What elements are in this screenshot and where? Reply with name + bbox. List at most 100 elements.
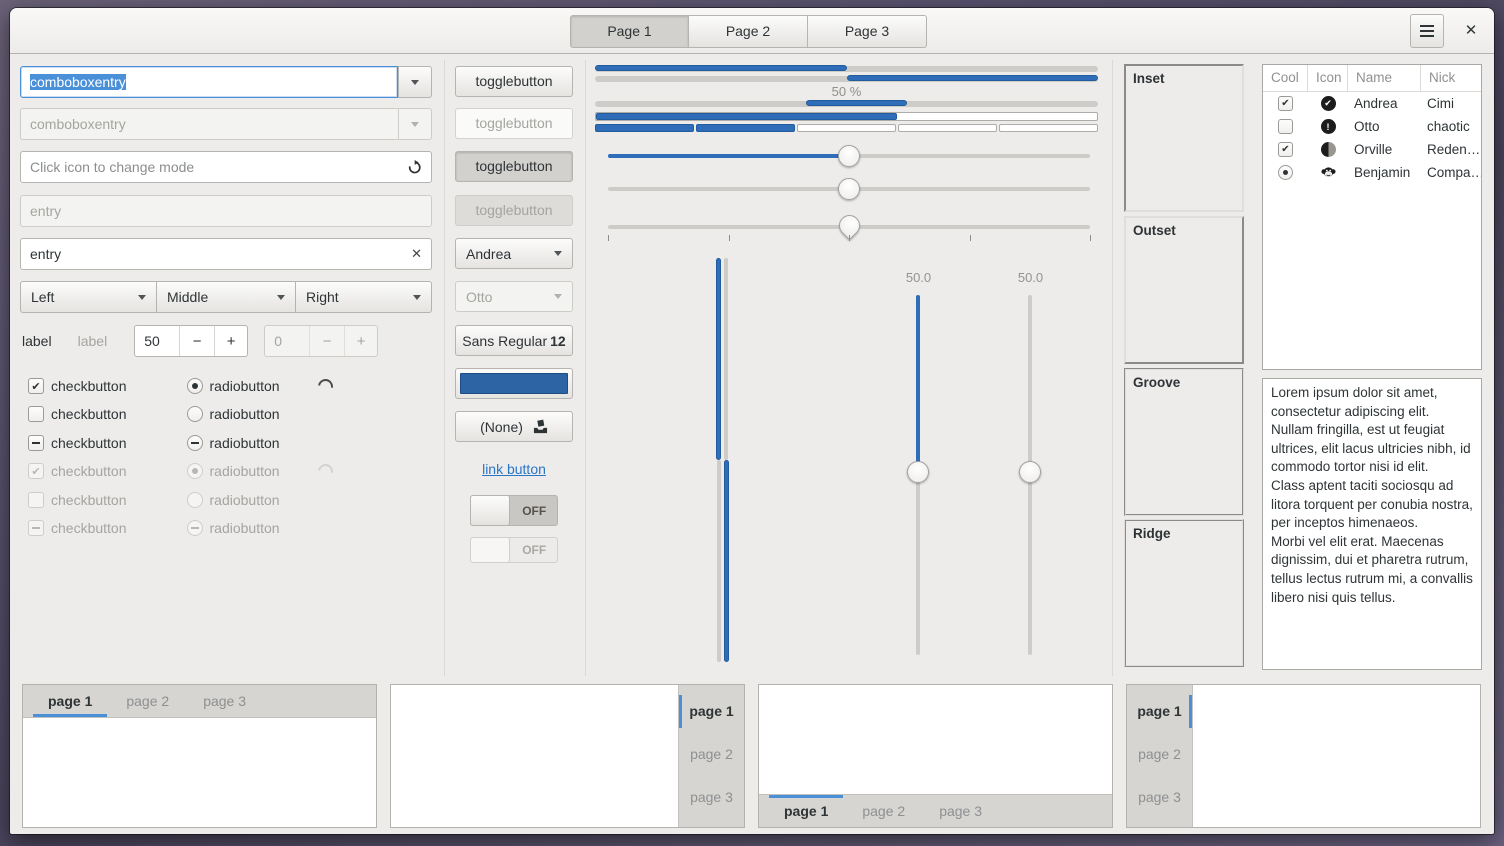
- row-checkbox-checked[interactable]: ✔: [1278, 96, 1293, 111]
- comboboxentry[interactable]: comboboxentry: [20, 66, 432, 98]
- column-bars-scales: 50 %: [595, 64, 1100, 676]
- radiobutton-selected[interactable]: [187, 378, 203, 394]
- togglebutton-active[interactable]: togglebutton: [455, 151, 573, 182]
- app-chooser-button[interactable]: (None): [455, 411, 573, 442]
- close-button[interactable]: ✕: [1458, 18, 1484, 44]
- togglebutton-normal[interactable]: togglebutton: [455, 66, 573, 97]
- row-checkbox-unchecked[interactable]: [1278, 119, 1293, 134]
- checkbutton-indeterminate-disabled: [28, 520, 44, 536]
- tab-page2[interactable]: page 2: [109, 685, 186, 717]
- spin-plus-button[interactable]: +: [214, 326, 247, 356]
- row-radio-selected[interactable]: [1278, 165, 1293, 180]
- separator-3: [1112, 60, 1113, 676]
- levelbar-block-filled: [696, 124, 795, 132]
- comboboxentry-input[interactable]: comboboxentry: [20, 66, 398, 98]
- tab-page1[interactable]: page 1: [1127, 690, 1192, 733]
- icon-entry[interactable]: Click icon to change mode: [20, 151, 432, 183]
- page-switcher: Page 1 Page 2 Page 3: [570, 15, 927, 48]
- column-header-icon[interactable]: Icon: [1308, 65, 1348, 91]
- progressbar-pulse: [595, 101, 1098, 107]
- link-button-label[interactable]: link button: [482, 461, 546, 477]
- comboboxentry-dropdown-button[interactable]: [398, 66, 432, 98]
- vscale-plain[interactable]: [1019, 295, 1042, 655]
- table-row[interactable]: ! Otto chaotic: [1263, 115, 1481, 138]
- vscale-plain-handle[interactable]: [1019, 461, 1041, 483]
- headerbar-actions: ✕: [1410, 14, 1484, 48]
- checkbutton-label: checkbutton: [51, 406, 127, 422]
- column-header-cool[interactable]: Cool: [1263, 65, 1308, 91]
- header-tab-page2[interactable]: Page 2: [689, 15, 808, 48]
- tab-page1[interactable]: page 1: [679, 690, 744, 733]
- header-tab-page3[interactable]: Page 3: [808, 15, 927, 48]
- clear-icon[interactable]: ✕: [411, 246, 422, 262]
- hscale-plain[interactable]: [608, 177, 1090, 201]
- combobox-right[interactable]: Right: [296, 281, 432, 313]
- color-button[interactable]: [455, 368, 573, 399]
- header-tab-page1[interactable]: Page 1: [570, 15, 689, 48]
- column-header-nick[interactable]: Nick: [1421, 65, 1481, 91]
- comboboxentry-disabled: comboboxentry: [20, 108, 432, 140]
- combobox-middle-value: Middle: [167, 289, 208, 305]
- tab-page3[interactable]: page 3: [186, 685, 263, 717]
- checkbutton-unchecked-disabled: [28, 492, 44, 508]
- font-button[interactable]: Sans Regular 12: [455, 325, 573, 356]
- tab-page3[interactable]: page 3: [1127, 776, 1192, 819]
- vscale-filled[interactable]: [907, 295, 930, 655]
- font-button-size: 12: [550, 333, 566, 349]
- menu-button[interactable]: [1410, 14, 1444, 48]
- vscale-filled-highlight: [916, 295, 920, 472]
- monkey-face-icon: [1321, 165, 1336, 180]
- hscale-filled-handle[interactable]: [838, 145, 860, 167]
- checkbutton-checked[interactable]: ✔: [28, 378, 44, 394]
- tab-page3[interactable]: page 3: [922, 795, 999, 827]
- spinbutton-value[interactable]: 50: [135, 326, 179, 356]
- checkbutton-unchecked[interactable]: [28, 406, 44, 422]
- table-row[interactable]: Benjamin Compa…: [1263, 161, 1481, 184]
- tab-page1[interactable]: page 1: [31, 685, 109, 717]
- cell-name: Benjamin: [1348, 165, 1421, 180]
- vscale-filled-handle[interactable]: [907, 461, 929, 483]
- hscale-plain-handle[interactable]: [838, 178, 860, 200]
- switch-slider[interactable]: [470, 495, 510, 526]
- scale-mark: [970, 235, 971, 241]
- tab-page2[interactable]: page 2: [1127, 733, 1192, 776]
- app-chooser-value: (None): [480, 419, 523, 435]
- combobox-left[interactable]: Left: [20, 281, 157, 313]
- radiobutton-indeterminate[interactable]: [187, 435, 203, 451]
- hscale-marks[interactable]: [608, 215, 1090, 249]
- frame-ridge: Ridge: [1124, 519, 1244, 667]
- switch-off[interactable]: OFF: [470, 495, 558, 526]
- notebook-tabs-right: page 1 page 2 page 3: [390, 684, 745, 828]
- tab-page2[interactable]: page 2: [679, 733, 744, 776]
- combobox-middle[interactable]: Middle: [157, 281, 296, 313]
- spinbutton[interactable]: 50 − +: [134, 325, 248, 357]
- chevron-down-icon: [411, 122, 419, 127]
- separator-1: [444, 60, 445, 676]
- combobox-right-value: Right: [306, 289, 339, 305]
- row-checkbox-checked[interactable]: ✔: [1278, 142, 1293, 157]
- column-header-name[interactable]: Name: [1348, 65, 1421, 91]
- cell-name: Andrea: [1348, 96, 1421, 111]
- combobox-andrea[interactable]: Andrea: [455, 238, 573, 269]
- progressbar-pulse-segment: [806, 100, 907, 106]
- checkbutton-label: checkbutton: [51, 520, 127, 536]
- radiobutton-unselected[interactable]: [187, 406, 203, 422]
- spin-minus-button[interactable]: −: [179, 326, 214, 356]
- table-row[interactable]: ✔ ✔ Andrea Cimi: [1263, 92, 1481, 115]
- clear-entry[interactable]: entry ✕: [20, 238, 432, 270]
- refresh-icon[interactable]: [407, 160, 422, 175]
- lorem-textview[interactable]: Lorem ipsum dolor sit amet, consectetur …: [1262, 378, 1482, 670]
- checkbutton-indeterminate[interactable]: [28, 435, 44, 451]
- progressbar-text: 50 %: [595, 84, 1098, 99]
- table-row[interactable]: ✔ Orville Reden…: [1263, 138, 1481, 161]
- chevron-down-icon: [554, 294, 562, 299]
- levelbar-discrete: [595, 124, 1098, 132]
- link-button[interactable]: link button: [455, 461, 573, 477]
- notebook-page: [391, 685, 678, 827]
- tab-page2[interactable]: page 2: [845, 795, 922, 827]
- tab-page1[interactable]: page 1: [767, 795, 845, 827]
- hscale-filled[interactable]: [608, 144, 1090, 168]
- check-emblem-icon: ✔: [1321, 96, 1336, 111]
- spinbutton-disabled-value: 0: [265, 326, 309, 356]
- tab-page3[interactable]: page 3: [679, 776, 744, 819]
